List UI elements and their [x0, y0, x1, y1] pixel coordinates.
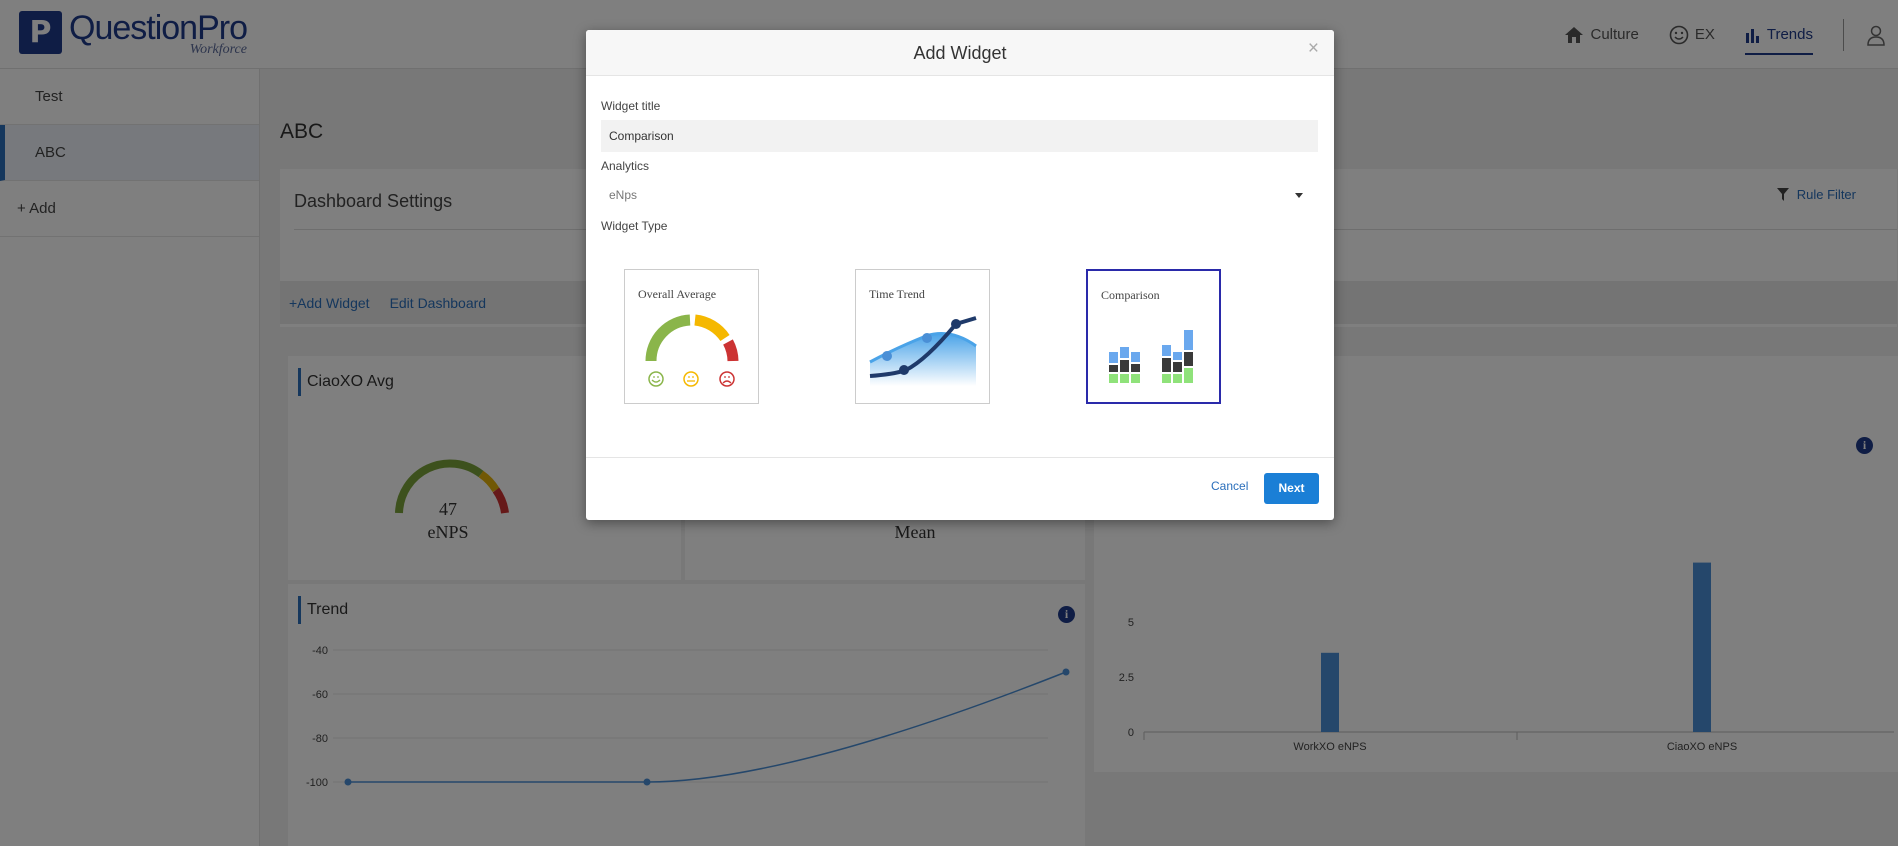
caret-down-icon — [1295, 193, 1303, 198]
widget-title-label: Widget title — [601, 99, 661, 113]
modal-title: Add Widget — [586, 30, 1334, 76]
close-icon[interactable]: × — [1308, 38, 1319, 60]
analytics-select[interactable]: eNps — [601, 180, 1318, 210]
analytics-select-value: eNps — [609, 188, 638, 202]
cancel-button[interactable]: Cancel — [1211, 479, 1248, 493]
comparison-thumbnail-icon — [1109, 330, 1193, 383]
widget-title-input[interactable] — [601, 120, 1318, 152]
trend-thumbnail-icon — [869, 316, 977, 386]
type-time-trend[interactable]: Time Trend — [855, 269, 990, 404]
widget-type-label: Widget Type — [601, 219, 668, 233]
divider — [586, 457, 1334, 458]
type-comparison[interactable]: Comparison — [1086, 269, 1221, 404]
analytics-label: Analytics — [601, 159, 650, 173]
gauge-thumbnail-icon — [645, 314, 739, 387]
type-overall-average[interactable]: Overall Average — [624, 269, 759, 404]
add-widget-modal: Add Widget × Widget title Analytics eNps… — [586, 30, 1334, 520]
next-button[interactable]: Next — [1264, 473, 1319, 504]
